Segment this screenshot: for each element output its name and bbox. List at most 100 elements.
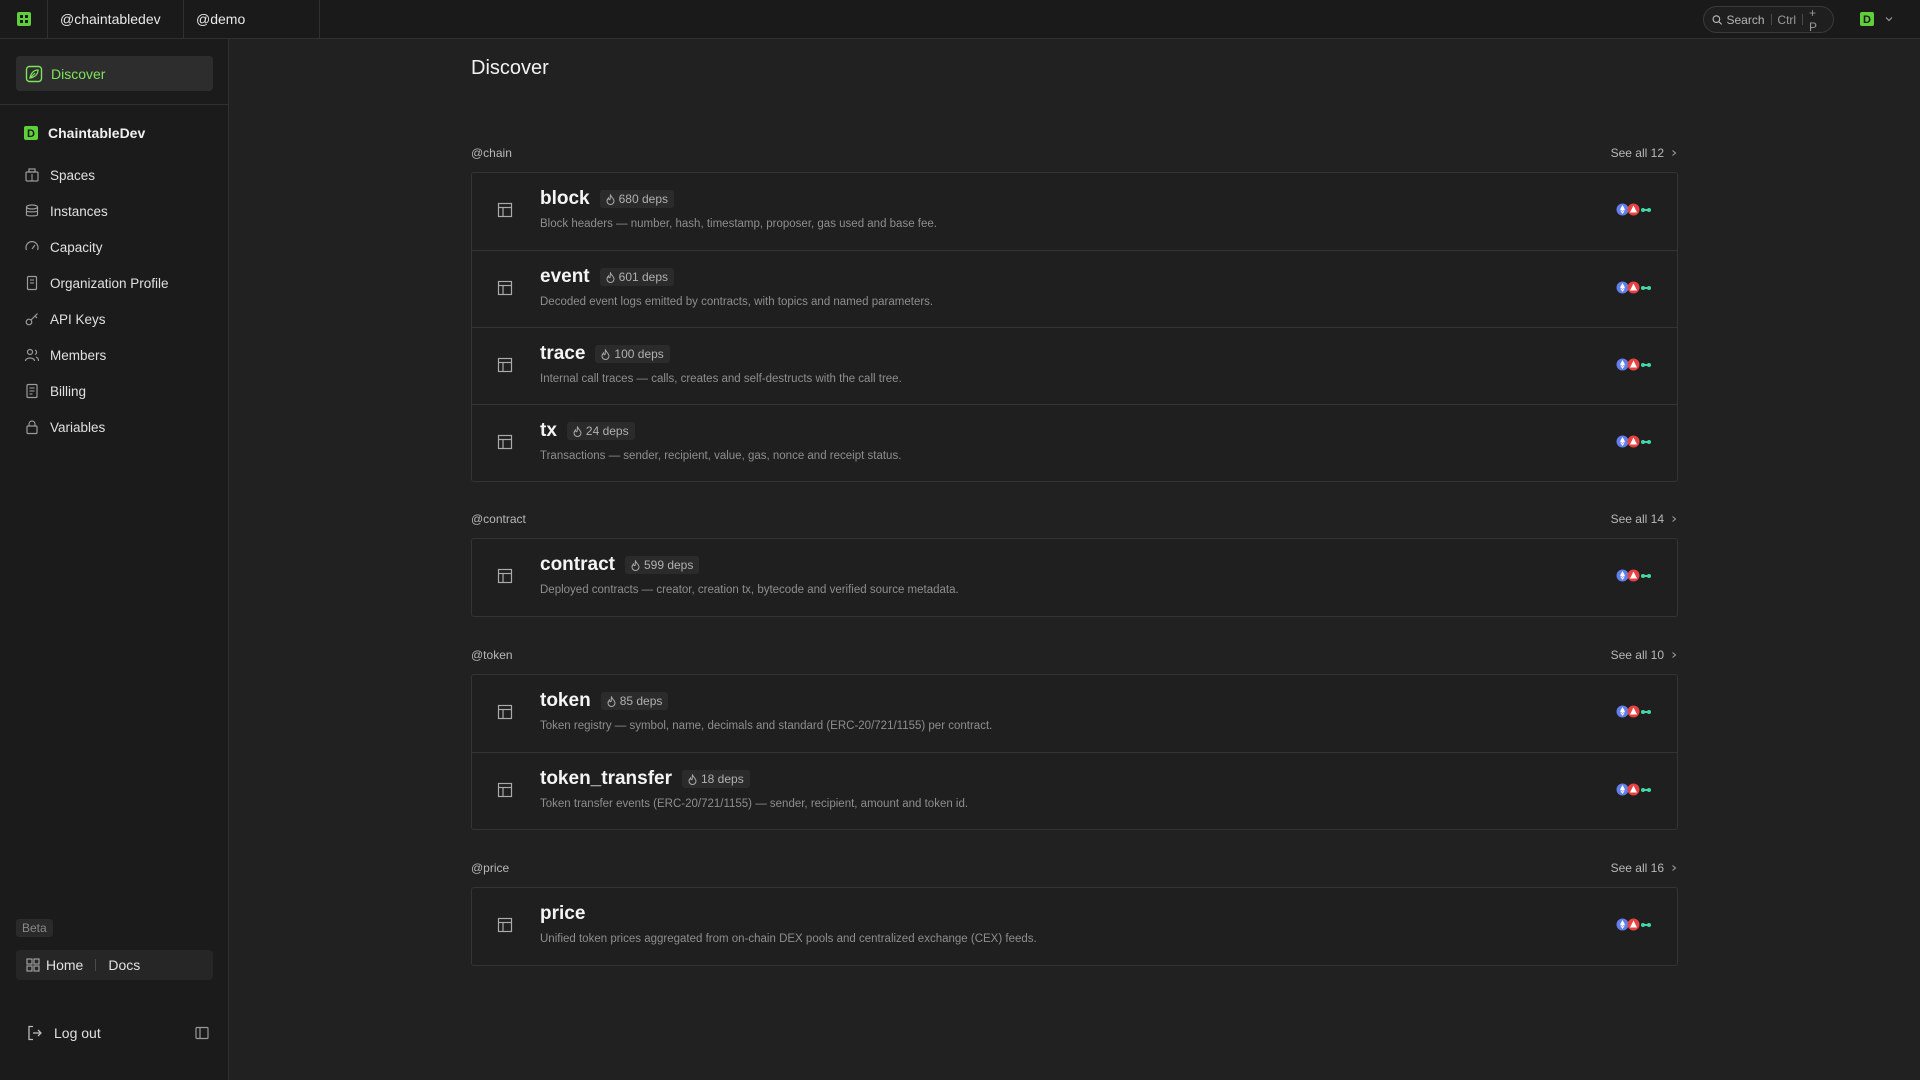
sidebar-item-label: API Keys [50,311,106,327]
sidebar-item-label: Variables [50,419,106,435]
table-card[interactable]: event 601 deps Decoded event logs emitted … [472,250,1677,327]
table-icon [497,202,513,218]
sidebar-item-api-keys[interactable]: API Keys [24,301,214,337]
see-all-link[interactable]: See all 12 [1611,146,1678,160]
gnosis-chain-icon [1641,206,1651,214]
search-divider [1770,14,1772,25]
logout-button[interactable]: Log out [26,1024,101,1042]
avalanche-chain-icon [1627,918,1640,931]
avalanche-chain-icon [1627,783,1640,796]
logo-icon [16,12,31,26]
table-card[interactable]: block 680 deps Block headers — number, has… [472,173,1677,250]
sidebar-item-organization-profile[interactable]: Organization Profile [24,265,214,301]
flame-icon [573,425,582,437]
table-card[interactable]: contract 599 deps Deployed contracts — cre… [472,539,1677,616]
flame-icon [607,695,616,707]
table-description: Block headers — number, hash, timestamp,… [540,218,937,230]
docs-link[interactable]: Docs [108,957,140,973]
flame-icon [631,559,640,571]
table-icon [497,357,513,373]
see-all-label: See all 10 [1610,648,1664,662]
deps-badge: 18 deps [682,770,750,788]
table-description: Unified token prices aggregated from on-… [540,933,1037,945]
sidebar-item-billing[interactable]: Billing [24,373,214,409]
deps-count: 100 deps [614,347,664,361]
see-all-label: See all 12 [1610,146,1664,160]
sidebar-item-members[interactable]: Members [24,337,214,373]
svg-text:D: D [27,128,35,140]
card-group: price Unified token prices aggregated fro… [471,887,1678,966]
home-link[interactable]: Home [46,957,83,973]
grid-icon [26,958,40,972]
sidebar-item-capacity[interactable]: Capacity [24,229,214,265]
table-icon [497,280,513,296]
see-all-link[interactable]: See all 10 [1611,648,1678,662]
deps-badge: 100 deps [595,345,670,363]
section-header: @price See all 16 [471,860,1678,876]
card-title-row: contract 599 deps [540,554,700,576]
see-all-link[interactable]: See all 16 [1611,861,1678,875]
logout-icon [28,1025,42,1041]
section-header: @contract See all 14 [471,511,1678,527]
deps-count: 24 deps [585,424,629,438]
see-all-label: See all 16 [1610,861,1664,875]
table-card[interactable]: trace 100 deps Internal call traces — call… [472,327,1677,404]
sidebar-item-label: Organization Profile [50,275,169,291]
card-title-row: block 680 deps [540,188,675,210]
org-header[interactable]: D ChaintableDev [24,123,145,143]
key-icon [25,313,38,326]
table-icon [497,568,513,584]
search-label: Search [1726,12,1765,27]
search-icon [1712,14,1723,25]
billing-icon [26,383,38,399]
app-logo[interactable] [0,0,48,38]
deps-badge: 599 deps [624,556,700,574]
table-name: tx [540,420,557,441]
avalanche-chain-icon [1627,705,1640,718]
table-name: token [540,690,591,711]
deps-badge: 85 deps [600,692,669,710]
table-card[interactable]: token_transfer 18 deps Token transfer even… [472,752,1677,829]
org-name: ChaintableDev [48,125,146,141]
card-title-row: tx 24 deps [540,420,635,442]
chain-icons [1616,569,1651,582]
bottom-links: Home Docs [16,950,213,980]
flame-icon [688,773,697,785]
sidebar-nav: Spaces Instances Capacity Organization P… [24,157,214,445]
workspace-tab-chaintabledev[interactable]: @chaintabledev [48,0,184,38]
sidebar-item-spaces[interactable]: Spaces [24,157,214,193]
section-name: @contract [471,512,526,526]
search-shortcut-key: + P [1808,5,1817,34]
sidebar-item-label: Spaces [50,167,96,183]
spaces-icon [25,168,39,182]
user-menu[interactable]: D [1834,0,1920,38]
sidebar-item-variables[interactable]: Variables [24,409,214,445]
section-name: @token [471,648,513,662]
collapse-sidebar-button[interactable] [195,1026,209,1040]
avalanche-chain-icon [1627,435,1640,448]
table-card[interactable]: tx 24 deps Transactions — sender, recipien… [472,404,1677,481]
search-button[interactable]: Search Ctrl + P [1703,5,1834,34]
card-title-row: token 85 deps [540,690,669,712]
chevron-right-icon [1672,865,1677,871]
flame-icon [606,193,615,205]
sidebar-item-label: Billing [50,383,87,399]
instances-icon [25,204,39,217]
chevron-down-icon [1885,17,1893,22]
see-all-link[interactable]: See all 14 [1611,512,1678,526]
card-title-row: trace 100 deps [540,343,670,365]
avalanche-chain-icon [1627,569,1640,582]
workspace-tab-demo[interactable]: @demo [184,0,320,38]
gnosis-chain-icon [1641,438,1651,446]
deps-count: 85 deps [619,694,663,708]
gnosis-chain-icon [1641,708,1651,716]
gnosis-chain-icon [1641,786,1651,794]
gnosis-chain-icon [1641,921,1651,929]
table-card[interactable]: price Unified token prices aggregated fro… [472,888,1677,965]
table-name: block [540,188,590,209]
sidebar-item-discover[interactable]: Discover [16,56,213,91]
chevron-right-icon [1672,516,1677,522]
table-card[interactable]: token 85 deps Token registry — symbol, nam… [472,675,1677,752]
sidebar-item-instances[interactable]: Instances [24,193,214,229]
sidebar-toggle-icon [195,1026,209,1040]
